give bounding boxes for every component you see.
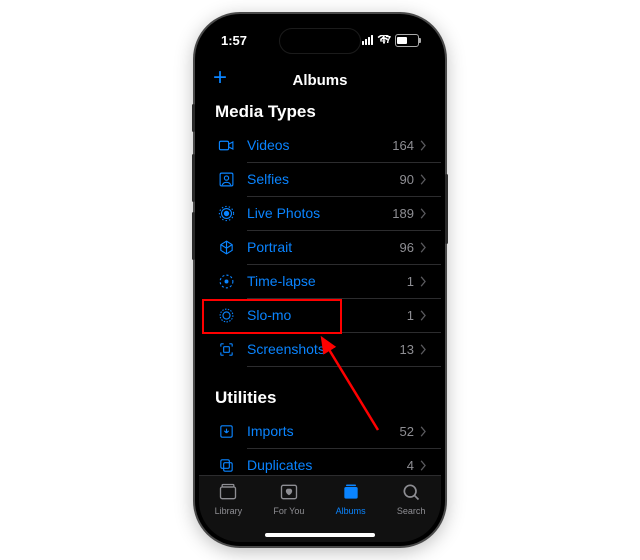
imports-icon xyxy=(215,423,237,440)
library-icon xyxy=(217,482,239,504)
duplicates-icon xyxy=(215,457,237,474)
row-video[interactable]: Videos164 xyxy=(199,128,441,162)
chevron-right-icon xyxy=(420,208,427,219)
chevron-right-icon xyxy=(420,310,427,321)
row-count: 90 xyxy=(400,172,414,187)
nav-title: Albums xyxy=(292,72,347,89)
albums-icon xyxy=(340,482,362,504)
chevron-right-icon xyxy=(420,174,427,185)
status-time: 1:57 xyxy=(221,33,247,48)
chevron-right-icon xyxy=(420,140,427,151)
row-screenshot[interactable]: Screenshots13 xyxy=(199,332,441,366)
row-live[interactable]: Live Photos189 xyxy=(199,196,441,230)
search-icon xyxy=(400,482,422,504)
tab-albums[interactable]: Albums xyxy=(336,482,366,516)
dynamic-island xyxy=(279,28,361,54)
chevron-right-icon xyxy=(420,344,427,355)
chevron-right-icon xyxy=(420,276,427,287)
chevron-right-icon xyxy=(420,242,427,253)
row-selfie[interactable]: Selfies90 xyxy=(199,162,441,196)
row-label: Selfies xyxy=(247,171,400,187)
cellular-icon xyxy=(362,35,373,45)
phone-frame: 1:57 47 + Albums Media TypesVideos164Sel… xyxy=(195,14,445,546)
foryou-icon xyxy=(278,482,300,504)
screen: 1:57 47 + Albums Media TypesVideos164Sel… xyxy=(199,18,441,542)
row-label: Imports xyxy=(247,423,400,439)
row-label: Slo-mo xyxy=(247,307,407,323)
chevron-right-icon xyxy=(420,460,427,471)
tab-search[interactable]: Search xyxy=(397,482,426,516)
section-header-media-types: Media Types xyxy=(199,98,441,128)
volume-down-button xyxy=(192,212,195,260)
tab-library[interactable]: Library xyxy=(215,482,243,516)
tab-foryou[interactable]: For You xyxy=(273,482,304,516)
row-imports[interactable]: Imports52 xyxy=(199,414,441,448)
row-label: Duplicates xyxy=(247,457,407,473)
timelapse-icon xyxy=(215,273,237,290)
video-icon xyxy=(215,137,237,154)
row-count: 1 xyxy=(407,308,414,323)
row-count: 96 xyxy=(400,240,414,255)
power-button xyxy=(445,174,448,244)
row-count: 189 xyxy=(392,206,414,221)
tab-label: Library xyxy=(215,506,243,516)
row-label: Time-lapse xyxy=(247,273,407,289)
row-timelapse[interactable]: Time-lapse1 xyxy=(199,264,441,298)
selfie-icon xyxy=(215,171,237,188)
nav-bar: + Albums xyxy=(199,62,441,98)
row-label: Live Photos xyxy=(247,205,392,221)
row-label: Portrait xyxy=(247,239,400,255)
row-label: Videos xyxy=(247,137,392,153)
volume-up-button xyxy=(192,154,195,202)
tab-bar: Library For You Albums Search xyxy=(199,475,441,542)
row-portrait[interactable]: Portrait96 xyxy=(199,230,441,264)
row-count: 4 xyxy=(407,458,414,473)
live-icon xyxy=(215,205,237,222)
row-count: 164 xyxy=(392,138,414,153)
tab-label: For You xyxy=(273,506,304,516)
row-label: Screenshots xyxy=(247,341,400,357)
slomo-icon xyxy=(215,307,237,324)
home-indicator[interactable] xyxy=(265,533,375,537)
row-slomo[interactable]: Slo-mo1 xyxy=(199,298,441,332)
tab-label: Search xyxy=(397,506,426,516)
row-count: 1 xyxy=(407,274,414,289)
row-count: 52 xyxy=(400,424,414,439)
battery-icon: 47 xyxy=(395,34,419,47)
row-count: 13 xyxy=(400,342,414,357)
portrait-icon xyxy=(215,239,237,256)
content[interactable]: Media TypesVideos164Selfies90Live Photos… xyxy=(199,98,441,482)
screenshot-icon xyxy=(215,341,237,358)
side-button xyxy=(192,104,195,132)
add-button[interactable]: + xyxy=(213,66,227,90)
chevron-right-icon xyxy=(420,426,427,437)
section-header-utilities: Utilities xyxy=(199,384,441,414)
tab-label: Albums xyxy=(336,506,366,516)
